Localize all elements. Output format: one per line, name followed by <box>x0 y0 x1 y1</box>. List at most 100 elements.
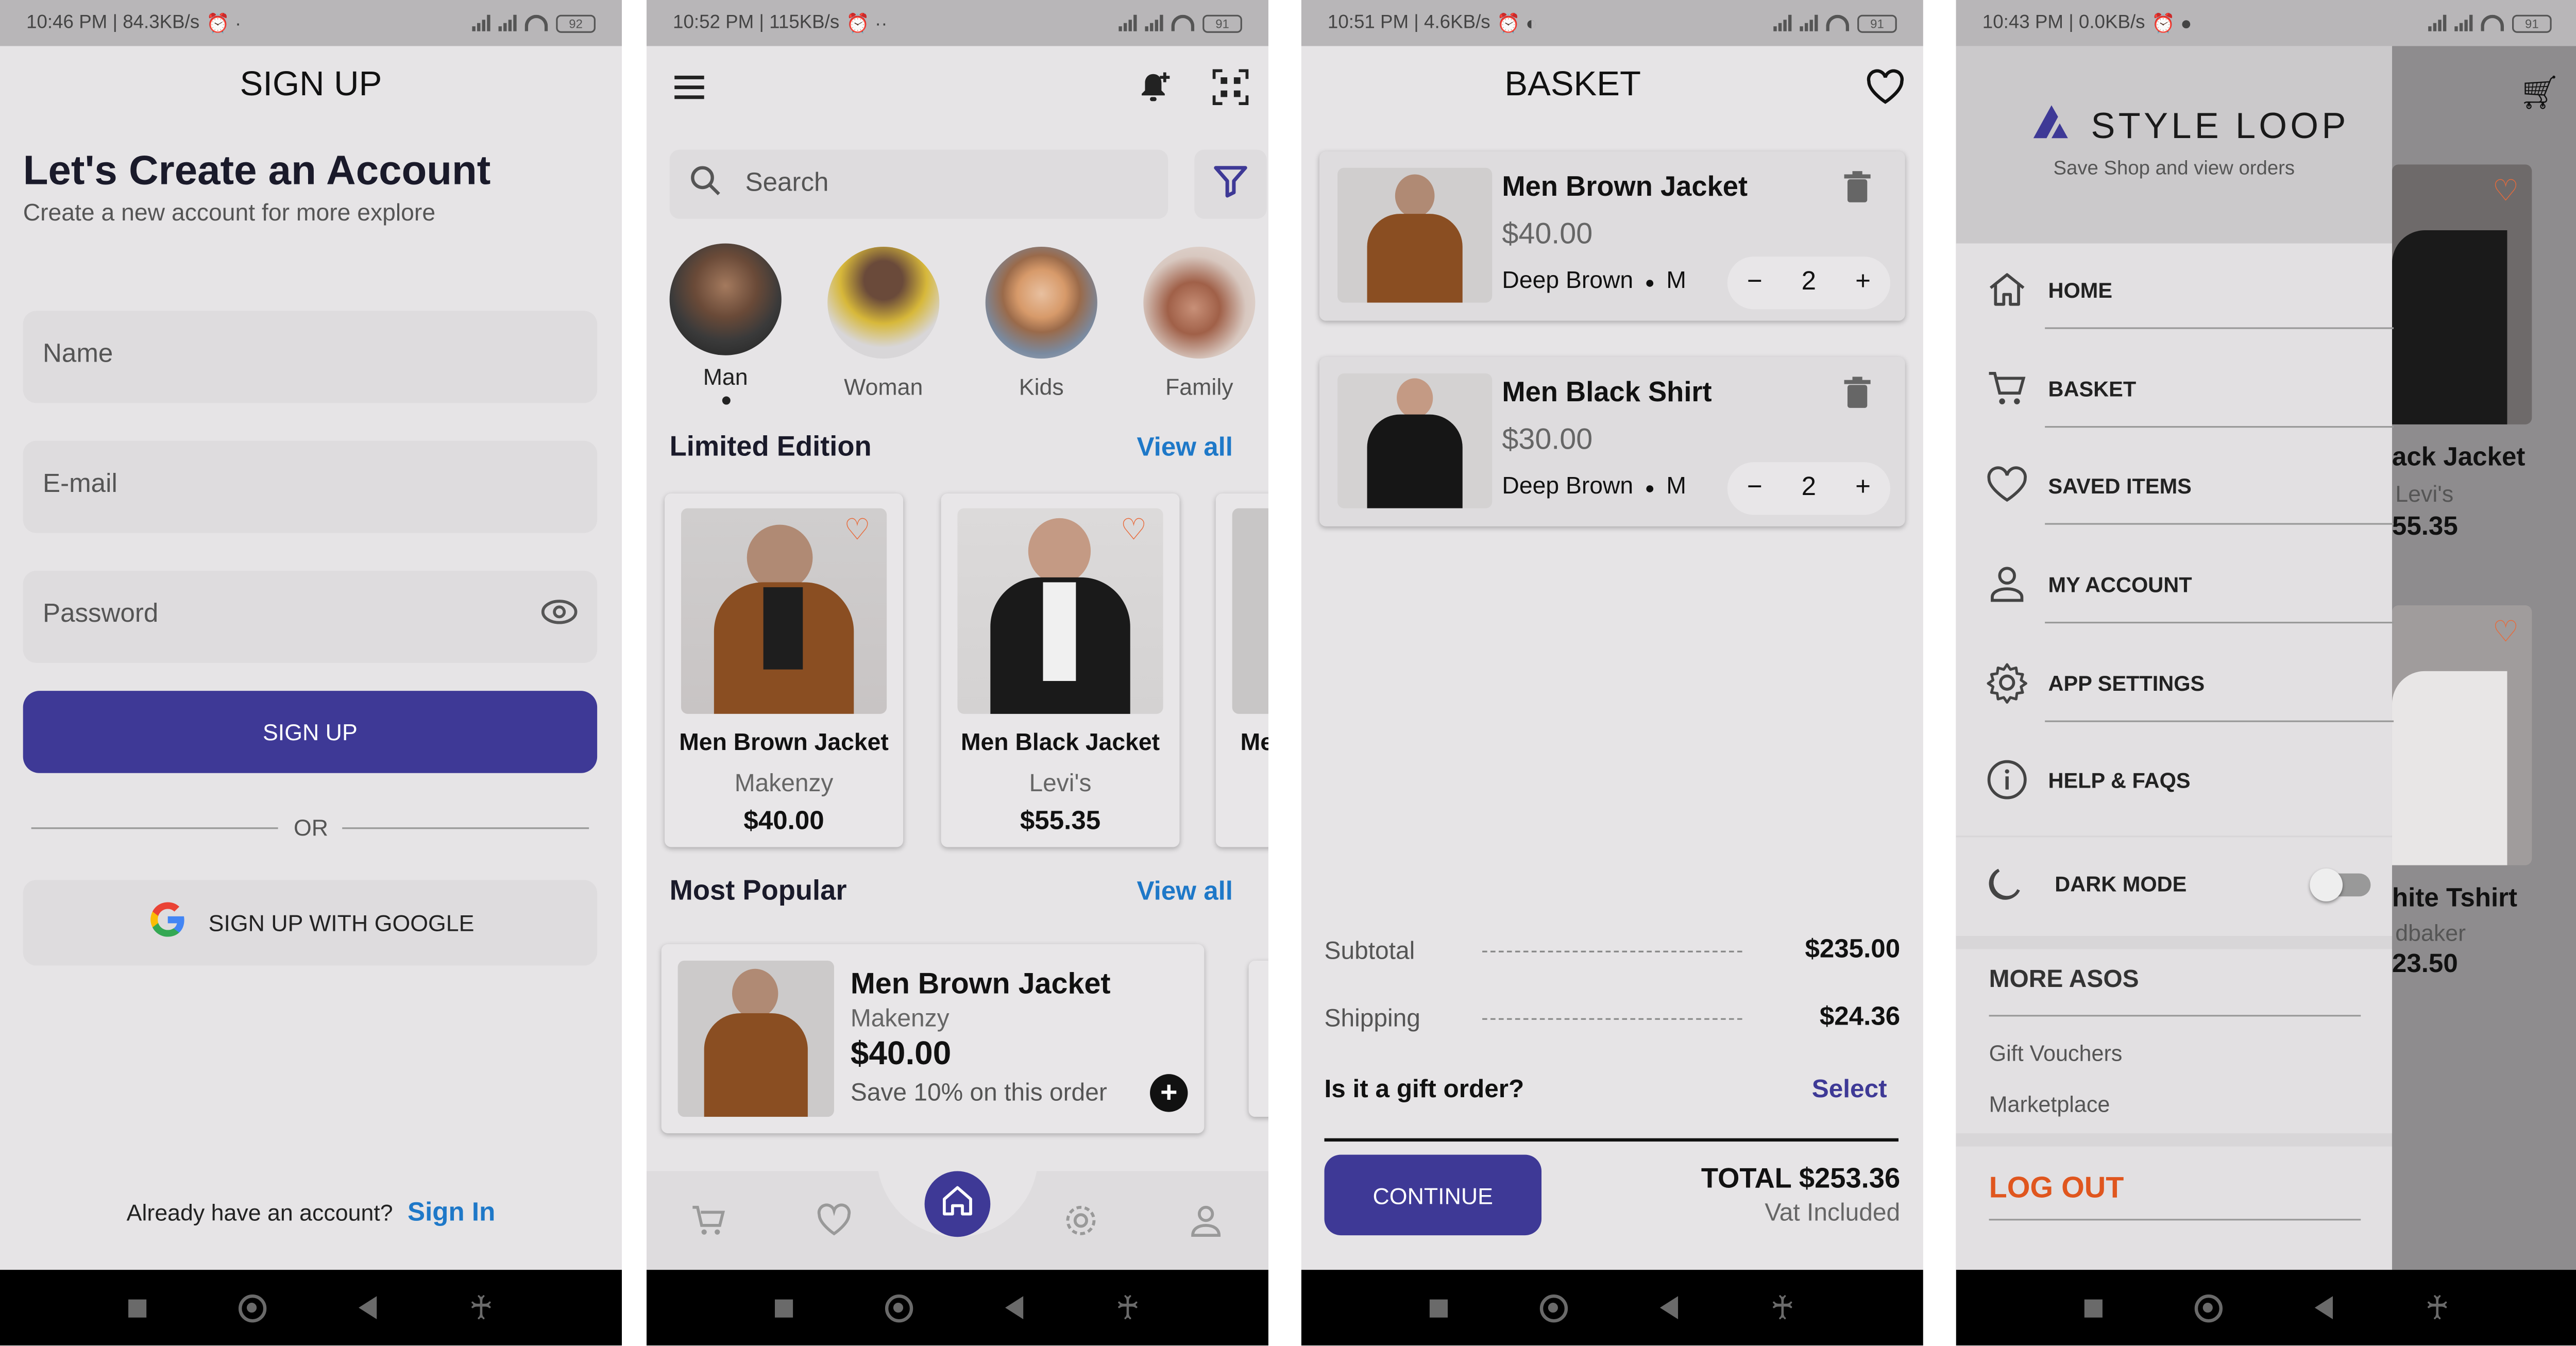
menu-label: SAVED ITEMS <box>2048 473 2192 498</box>
decrease-button[interactable]: − <box>1747 474 1762 503</box>
favorite-heart-icon[interactable]: ♡ <box>844 513 871 548</box>
alarm-icon: ⏰ ◐ <box>1497 14 1537 35</box>
logo-icon <box>2032 104 2075 148</box>
divider <box>2045 327 2394 329</box>
gift-select-link[interactable]: Select <box>1812 1076 1887 1105</box>
recents-icon[interactable] <box>1429 1299 1448 1317</box>
product-card[interactable]: ♡ Men Brown Jacket Makenzy $40.00 <box>665 493 904 847</box>
recents-icon[interactable] <box>2084 1299 2103 1317</box>
product-price: $40.00 <box>850 1036 952 1072</box>
recents-icon[interactable] <box>774 1299 793 1317</box>
home-tab-button[interactable] <box>924 1171 991 1237</box>
home-nav-icon[interactable] <box>2194 1293 2223 1322</box>
cart-tab-icon[interactable] <box>691 1202 727 1247</box>
back-icon[interactable] <box>1659 1296 1679 1319</box>
divider <box>2045 426 2394 428</box>
recents-icon[interactable] <box>128 1299 147 1317</box>
increase-button[interactable]: + <box>1855 474 1871 503</box>
filter-button[interactable] <box>1194 149 1267 219</box>
product-name: Men Black Jacket <box>960 730 1160 757</box>
name-field[interactable]: Name <box>23 311 598 403</box>
delete-icon[interactable] <box>1842 377 1872 418</box>
qr-scan-icon[interactable] <box>1212 69 1249 113</box>
view-all-link[interactable]: View all <box>1137 878 1233 908</box>
divider <box>2045 720 2394 722</box>
google-signup-button[interactable]: SIGN UP WITH GOOGLE <box>23 880 598 966</box>
category-woman[interactable]: Woman <box>827 246 940 400</box>
menu-icon[interactable] <box>673 73 709 110</box>
continue-button[interactable]: CONTINUE <box>1324 1154 1542 1236</box>
menu-item-settings[interactable]: APP SETTINGS <box>1986 650 2397 715</box>
more-section: MORE ASOS Gift Vouchers Marketplace <box>1956 949 2392 1134</box>
status-bar: 10:51 PM | 4.6KB/s ⏰ ◐ 91 <box>1301 0 1923 46</box>
info-icon <box>1986 758 2028 801</box>
category-label: Kids <box>1019 373 1064 400</box>
view-all-link[interactable]: View all <box>1137 434 1233 464</box>
wifi-icon <box>1171 14 1195 31</box>
item-variant: Deep Brown ● M <box>1502 473 1687 500</box>
heart-tab-icon[interactable] <box>816 1202 852 1247</box>
battery-icon: 92 <box>556 14 596 32</box>
notification-add-icon[interactable] <box>1137 69 1173 113</box>
accessibility-icon[interactable]: ♰ <box>1115 1287 1140 1328</box>
page-title: SIGN UP <box>240 65 382 104</box>
more-link[interactable]: Marketplace <box>1989 1092 2110 1117</box>
profile-tab-icon[interactable] <box>1188 1202 1224 1247</box>
category-family[interactable]: Family <box>1143 246 1256 400</box>
menu-item-home[interactable]: HOME <box>1986 257 2397 322</box>
increase-button[interactable]: + <box>1855 268 1871 297</box>
product-card[interactable]: ♡ Men Black Jacket Levi's $55.35 <box>941 493 1180 847</box>
product-price: 55.35 <box>2392 513 2458 541</box>
item-name: Men Black Shirt <box>1502 377 1712 408</box>
category-kids[interactable]: Kids <box>985 246 1097 400</box>
back-icon[interactable] <box>359 1296 377 1319</box>
product-card[interactable]: Me <box>1215 493 1268 847</box>
search-input[interactable]: Search <box>669 149 1168 219</box>
popular-card[interactable] <box>1248 960 1268 1117</box>
email-field[interactable]: E-mail <box>23 440 598 533</box>
footer-text: Already have an account? <box>126 1199 393 1225</box>
home-nav-icon[interactable] <box>1539 1293 1568 1322</box>
signup-screen: 10:46 PM | 84.3KB/s ⏰ · 92 SIGN UP Let's… <box>0 0 622 1346</box>
menu-item-basket[interactable]: BASKET <box>1986 355 2397 421</box>
system-nav-bar: ♰ <box>0 1270 622 1346</box>
accessibility-icon[interactable]: ♰ <box>469 1287 494 1328</box>
total-amount: TOTAL $253.36 <box>1701 1163 1901 1195</box>
brand-name: STYLE LOOP <box>2091 104 2349 146</box>
home-nav-icon[interactable] <box>885 1293 913 1322</box>
dark-mode-row[interactable]: DARK MODE <box>1956 837 2392 936</box>
favorite-heart-icon[interactable]: ♡ <box>1121 513 1147 548</box>
home-nav-icon[interactable] <box>239 1293 267 1322</box>
signup-button[interactable]: SIGN UP <box>23 691 598 773</box>
basket-item: Men Black Shirt $30.00 Deep Brown ● M − … <box>1319 356 1905 526</box>
signin-link[interactable]: Sign In <box>408 1199 495 1227</box>
logout-button[interactable]: LOG OUT <box>1989 1171 2124 1206</box>
back-icon[interactable] <box>2314 1296 2333 1319</box>
settings-tab-icon[interactable] <box>1063 1202 1099 1247</box>
menu-item-account[interactable]: MY ACCOUNT <box>1986 551 2397 617</box>
section-title: Limited Edition <box>669 431 872 463</box>
decrease-button[interactable]: − <box>1747 268 1762 297</box>
product-brand: Makenzy <box>734 770 834 798</box>
menu-item-help[interactable]: HELP & FAQS <box>1986 747 2397 813</box>
delete-icon[interactable] <box>1842 171 1872 212</box>
quantity-stepper[interactable]: − 2 + <box>1727 257 1890 310</box>
more-link[interactable]: Gift Vouchers <box>1989 1041 2123 1066</box>
add-to-cart-button[interactable]: + <box>1150 1074 1188 1112</box>
battery-icon: 91 <box>2512 14 2552 32</box>
menu-item-saved[interactable]: SAVED ITEMS <box>1986 452 2397 518</box>
popular-card[interactable]: Men Brown Jacket Makenzy $40.00 Save 10%… <box>661 944 1205 1134</box>
divider <box>1324 1138 1899 1142</box>
system-nav-bar: ♰ <box>646 1270 1268 1346</box>
menu-label: MY ACCOUNT <box>2048 571 2192 597</box>
password-field[interactable]: Password <box>23 571 598 663</box>
eye-icon[interactable] <box>541 599 578 633</box>
quantity-value: 2 <box>1801 473 1817 502</box>
back-icon[interactable] <box>1005 1296 1024 1319</box>
quantity-stepper[interactable]: − 2 + <box>1727 462 1890 515</box>
dark-mode-toggle[interactable] <box>2310 868 2371 901</box>
accessibility-icon[interactable]: ♰ <box>2425 1287 2450 1328</box>
accessibility-icon[interactable]: ♰ <box>1770 1287 1795 1328</box>
category-man[interactable]: Man <box>669 243 782 405</box>
wishlist-heart-icon[interactable] <box>1866 69 1905 113</box>
